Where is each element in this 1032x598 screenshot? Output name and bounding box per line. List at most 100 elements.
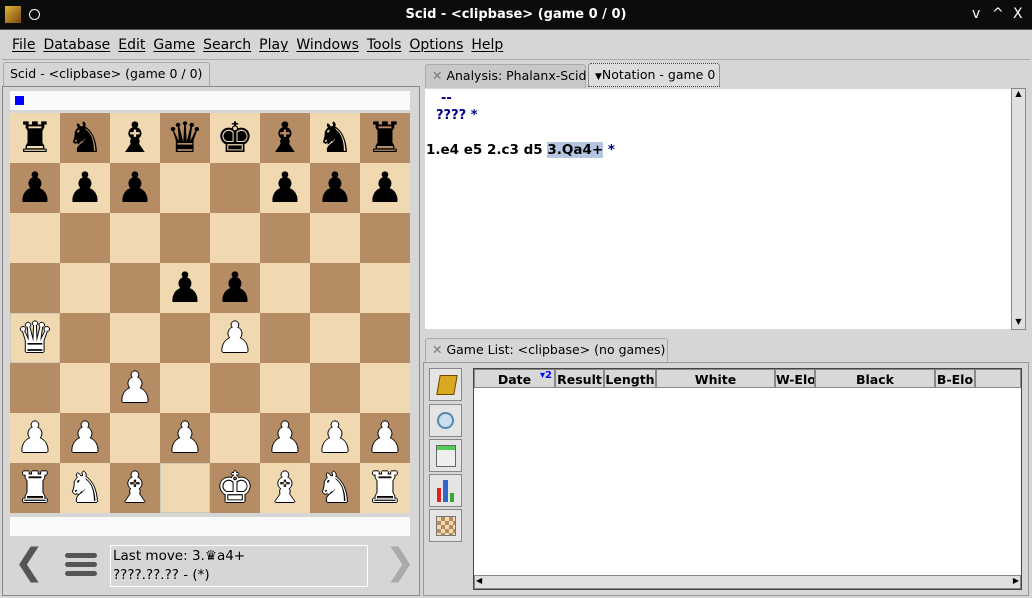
black-pawn-icon[interactable]: ♟: [266, 167, 304, 209]
square-c4[interactable]: [110, 313, 160, 363]
square-f2[interactable]: ♟: [260, 413, 310, 463]
square-g8[interactable]: ♞: [310, 113, 360, 163]
column-w-elo[interactable]: W-Elo: [775, 369, 815, 388]
square-b2[interactable]: ♟: [60, 413, 110, 463]
black-knight-icon[interactable]: ♞: [316, 117, 354, 159]
gamelist-horizontal-scrollbar[interactable]: ◀ ▶: [474, 575, 1021, 589]
menu-database[interactable]: Database: [43, 37, 110, 59]
square-f1[interactable]: ♝: [260, 463, 310, 513]
square-g2[interactable]: ♟: [310, 413, 360, 463]
square-e5[interactable]: ♟: [210, 263, 260, 313]
game-list-table[interactable]: [473, 368, 1022, 590]
square-h6[interactable]: [360, 213, 410, 263]
square-g7[interactable]: ♟: [310, 163, 360, 213]
square-e7[interactable]: [210, 163, 260, 213]
minimize-button[interactable]: v: [972, 6, 980, 22]
white-knight-icon[interactable]: ♞: [66, 467, 104, 509]
square-g6[interactable]: [310, 213, 360, 263]
white-rook-icon[interactable]: ♜: [16, 467, 54, 509]
tab-board[interactable]: Scid - <clipbase> (game 0 / 0): [3, 62, 210, 86]
menu-help[interactable]: Help: [471, 37, 503, 59]
square-e6[interactable]: [210, 213, 260, 263]
close-tab-icon[interactable]: ✕: [432, 342, 446, 357]
black-rook-icon[interactable]: ♜: [366, 117, 404, 159]
square-e2[interactable]: [210, 413, 260, 463]
square-f4[interactable]: [260, 313, 310, 363]
square-h4[interactable]: [360, 313, 410, 363]
black-rook-icon[interactable]: ♜: [16, 117, 54, 159]
square-d1[interactable]: [160, 463, 210, 513]
square-e4[interactable]: ♟: [210, 313, 260, 363]
white-pawn-icon[interactable]: ♟: [166, 417, 204, 459]
close-tab-icon[interactable]: ✕: [432, 68, 446, 83]
black-pawn-icon[interactable]: ♟: [166, 267, 204, 309]
layout-button[interactable]: [429, 439, 462, 472]
menu-play[interactable]: Play: [259, 37, 288, 59]
square-d2[interactable]: ♟: [160, 413, 210, 463]
close-button[interactable]: X: [1013, 6, 1023, 22]
square-b7[interactable]: ♟: [60, 163, 110, 213]
square-f8[interactable]: ♝: [260, 113, 310, 163]
square-a3[interactable]: [10, 363, 60, 413]
black-pawn-icon[interactable]: ♟: [216, 267, 254, 309]
tab-notation[interactable]: ▼Notation - game 0: [588, 63, 720, 87]
black-bishop-icon[interactable]: ♝: [116, 117, 154, 159]
square-e8[interactable]: ♚: [210, 113, 260, 163]
square-c1[interactable]: ♝: [110, 463, 160, 513]
black-king-icon[interactable]: ♚: [216, 117, 254, 159]
square-h5[interactable]: [360, 263, 410, 313]
square-a8[interactable]: ♜: [10, 113, 60, 163]
square-h2[interactable]: ♟: [360, 413, 410, 463]
square-h7[interactable]: ♟: [360, 163, 410, 213]
white-knight-icon[interactable]: ♞: [316, 467, 354, 509]
scroll-left-arrow-icon[interactable]: ◀: [476, 576, 482, 585]
black-bishop-icon[interactable]: ♝: [266, 117, 304, 159]
column-white[interactable]: White: [656, 369, 775, 388]
hamburger-menu-icon[interactable]: [65, 553, 97, 576]
scroll-right-arrow-icon[interactable]: ▶: [1013, 576, 1019, 585]
maximize-button[interactable]: ^: [992, 6, 1004, 22]
column-date[interactable]: Date ▾2: [474, 369, 555, 388]
square-h3[interactable]: [360, 363, 410, 413]
column-b-elo[interactable]: B-Elo: [935, 369, 975, 388]
current-move[interactable]: 3.Qa4+: [547, 142, 604, 158]
square-d3[interactable]: [160, 363, 210, 413]
next-move-button[interactable]: ❯: [385, 545, 415, 581]
square-h8[interactable]: ♜: [360, 113, 410, 163]
square-f6[interactable]: [260, 213, 310, 263]
square-a7[interactable]: ♟: [10, 163, 60, 213]
black-pawn-icon[interactable]: ♟: [116, 167, 154, 209]
square-c3[interactable]: ♟: [110, 363, 160, 413]
white-bishop-icon[interactable]: ♝: [266, 467, 304, 509]
square-d7[interactable]: [160, 163, 210, 213]
white-pawn-icon[interactable]: ♟: [266, 417, 304, 459]
square-d8[interactable]: ♛: [160, 113, 210, 163]
white-rook-icon[interactable]: ♜: [366, 467, 404, 509]
white-pawn-icon[interactable]: ♟: [316, 417, 354, 459]
square-c5[interactable]: [110, 263, 160, 313]
square-f3[interactable]: [260, 363, 310, 413]
column-result[interactable]: Result: [555, 369, 604, 388]
square-d4[interactable]: [160, 313, 210, 363]
square-e3[interactable]: [210, 363, 260, 413]
square-a4[interactable]: ♛: [10, 313, 60, 363]
white-pawn-icon[interactable]: ♟: [216, 317, 254, 359]
square-b4[interactable]: [60, 313, 110, 363]
white-bishop-icon[interactable]: ♝: [116, 467, 154, 509]
square-d6[interactable]: [160, 213, 210, 263]
white-pawn-icon[interactable]: ♟: [16, 417, 54, 459]
square-c2[interactable]: [110, 413, 160, 463]
square-b6[interactable]: [60, 213, 110, 263]
menu-tools[interactable]: Tools: [367, 37, 402, 59]
moves-text[interactable]: 1.e4 e5 2.c3 d5: [426, 142, 547, 158]
scroll-up-arrow-icon[interactable]: ▲: [1012, 89, 1025, 101]
black-pawn-icon[interactable]: ♟: [66, 167, 104, 209]
square-g1[interactable]: ♞: [310, 463, 360, 513]
square-e1[interactable]: ♚: [210, 463, 260, 513]
notation-scrollbar[interactable]: ▲ ▼: [1011, 88, 1026, 330]
column-length[interactable]: Length: [604, 369, 656, 388]
square-f7[interactable]: ♟: [260, 163, 310, 213]
notation-panel[interactable]: -- ???? * 1.e4 e5 2.c3 d5 3.Qa4+ *: [425, 89, 1011, 329]
chess-board[interactable]: ♜ ♞ ♝ ♛ ♚ ♝ ♞ ♜ ♟ ♟ ♟ ♟ ♟ ♟ ♟ ♟ ♛ ♟ ♟ ♟ ♟ ♟ ♟ ♟ ♟ ♜ ♞ ♝ ♚ ♝ ♞ ♜: [10, 113, 410, 513]
white-king-icon[interactable]: ♚: [216, 467, 254, 509]
